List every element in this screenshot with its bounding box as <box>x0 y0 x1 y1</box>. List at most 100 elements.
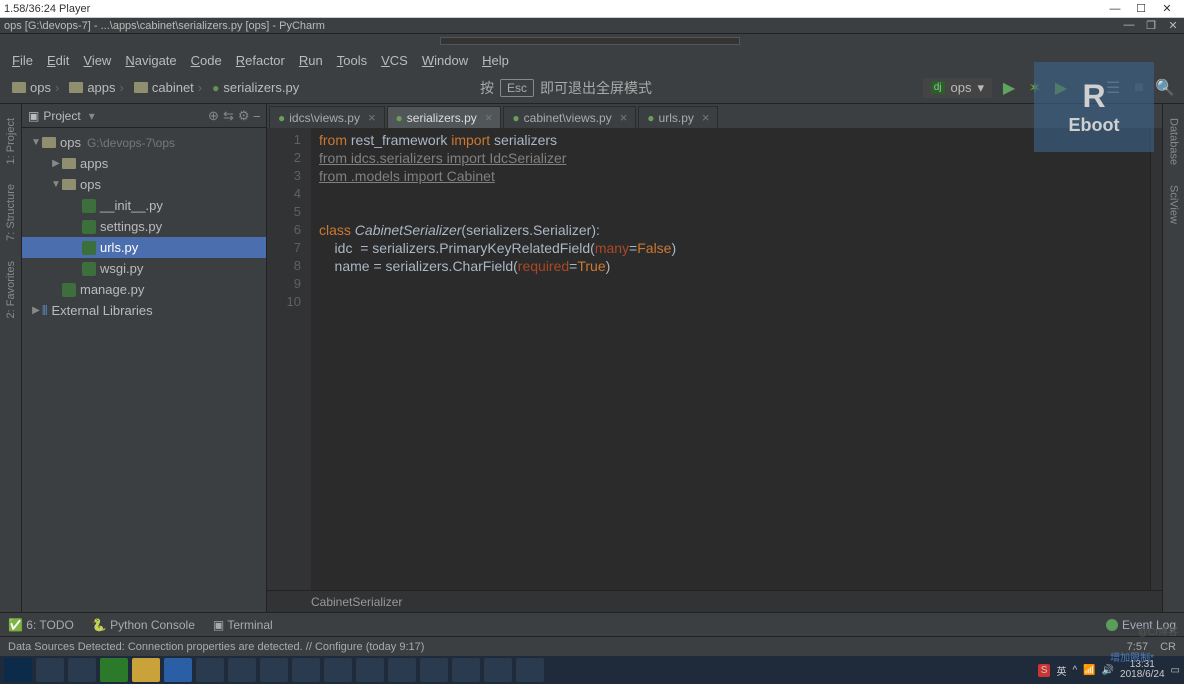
app-icon-10[interactable] <box>484 658 512 682</box>
python-console-tab[interactable]: 🐍 Python Console <box>92 618 195 632</box>
breadcrumb-serializers-py[interactable]: ●serializers.py <box>208 80 303 95</box>
tray-vol-icon[interactable]: 🔊 <box>1102 665 1114 676</box>
todo-tab[interactable]: ✅ 6: TODO <box>8 618 74 632</box>
windows-taskbar[interactable]: S 英 ^ 📶 🔊 13:31 2018/6/24 ▭ <box>0 656 1184 684</box>
tree-item-External-Libraries[interactable]: ▶⫴External Libraries <box>22 300 266 321</box>
editor-tab-serializers-py[interactable]: ●serializers.py× <box>387 106 502 128</box>
tree-item-urls-py[interactable]: urls.py <box>22 237 266 258</box>
breadcrumb-ops[interactable]: ops › <box>8 80 63 95</box>
python-file-icon <box>82 220 96 234</box>
breadcrumb-cabinet[interactable]: cabinet › <box>130 80 206 95</box>
app-icon-2[interactable] <box>228 658 256 682</box>
menu-refactor[interactable]: Refactor <box>230 51 291 70</box>
menu-navigate[interactable]: Navigate <box>119 51 182 70</box>
code-line[interactable]: idc = serializers.PrimaryKeyRelatedField… <box>319 240 1142 258</box>
system-tray[interactable]: S 英 ^ 📶 🔊 13:31 2018/6/24 ▭ <box>1038 660 1180 680</box>
search-box[interactable] <box>440 37 740 45</box>
window-title: ops [G:\devops-7] - ...\apps\cabinet\ser… <box>4 20 325 32</box>
inner-min-icon[interactable]: — <box>1122 19 1136 32</box>
menu-window[interactable]: Window <box>416 51 474 70</box>
tool-tab----project[interactable]: 1: Project <box>5 118 17 164</box>
inner-close-icon[interactable]: ✕ <box>1166 19 1180 32</box>
search-icon[interactable]: 🔍 <box>1156 79 1174 97</box>
menu-tools[interactable]: Tools <box>331 51 373 70</box>
code-editor[interactable]: from rest_framework import serializersfr… <box>311 128 1150 590</box>
app-icon-5[interactable] <box>324 658 352 682</box>
tree-item-ops[interactable]: ▼ops <box>22 174 266 195</box>
close-icon[interactable]: × <box>620 110 628 125</box>
tray-net-icon[interactable]: 📶 <box>1083 665 1095 676</box>
menu-file[interactable]: File <box>6 51 39 70</box>
tree-item-manage-py[interactable]: manage.py <box>22 279 266 300</box>
tool-tab----structure[interactable]: 7: Structure <box>5 184 17 241</box>
close-icon[interactable]: × <box>485 110 493 125</box>
code-line[interactable]: name = serializers.CharField(required=Tr… <box>319 258 1142 276</box>
tray-lang[interactable]: 英 <box>1056 663 1066 678</box>
editor-tab-cabinet-views-py[interactable]: ●cabinet\views.py× <box>503 106 636 128</box>
menu-help[interactable]: Help <box>476 51 515 70</box>
inner-restore-icon[interactable]: ❐ <box>1144 19 1158 32</box>
taskview-icon[interactable] <box>68 658 96 682</box>
reboot-big: R <box>1082 78 1105 115</box>
terminal-tab[interactable]: ▣ Terminal <box>213 618 273 632</box>
tree-item-wsgi-py[interactable]: wsgi.py <box>22 258 266 279</box>
app-icon-9[interactable] <box>452 658 480 682</box>
code-line[interactable]: from .models import Cabinet <box>319 168 1142 186</box>
player-max-icon[interactable]: ☐ <box>1128 2 1154 16</box>
ie-icon[interactable] <box>164 658 192 682</box>
code-line[interactable] <box>319 204 1142 222</box>
locate-icon[interactable]: ⊕ <box>208 108 219 124</box>
project-title[interactable]: ▣ Project ▾ <box>28 109 208 123</box>
close-icon[interactable]: × <box>702 110 710 125</box>
left-tool-gutter: 1: Project 7: Structure 2: Favorites <box>0 104 22 612</box>
menu-code[interactable]: Code <box>185 51 228 70</box>
run-config-dropdown[interactable]: dj ops ▾ <box>923 78 992 98</box>
app-icon-4[interactable] <box>292 658 320 682</box>
app-icon-8[interactable] <box>420 658 448 682</box>
close-icon[interactable]: × <box>368 110 376 125</box>
app-icon-11[interactable] <box>516 658 544 682</box>
menu-vcs[interactable]: VCS <box>375 51 414 70</box>
editor-tab-urls-py[interactable]: ●urls.py× <box>638 106 718 128</box>
breadcrumb-apps[interactable]: apps › <box>65 80 128 95</box>
player-min-icon[interactable]: — <box>1102 2 1128 16</box>
player-titlebar: 1.58/36:24 Player — ☐ ✕ <box>0 0 1184 18</box>
app-icon-6[interactable] <box>356 658 384 682</box>
menu-view[interactable]: View <box>77 51 117 70</box>
code-line[interactable] <box>319 276 1142 294</box>
hide-icon[interactable]: ⎯ <box>254 108 261 124</box>
start-button[interactable] <box>4 658 32 682</box>
gear-icon[interactable]: ⚙ <box>238 108 250 124</box>
run-icon[interactable]: ▶ <box>1000 79 1018 97</box>
editor-tab-idcs-views-py[interactable]: ●idcs\views.py× <box>269 106 385 128</box>
collapse-icon[interactable]: ⇆ <box>223 108 234 124</box>
tool-tab-database[interactable]: Database <box>1168 118 1180 165</box>
chrome-icon[interactable] <box>100 658 128 682</box>
tree-item-settings-py[interactable]: settings.py <box>22 216 266 237</box>
tray-ime-icon[interactable]: S <box>1038 664 1051 677</box>
tree-item---init---py[interactable]: __init__.py <box>22 195 266 216</box>
menu-edit[interactable]: Edit <box>41 51 75 70</box>
explorer-icon[interactable] <box>132 658 160 682</box>
tray-notify-icon[interactable]: ▭ <box>1171 665 1180 676</box>
tool-tab----favorites[interactable]: 2: Favorites <box>5 261 17 318</box>
code-line[interactable]: from idcs.serializers import IdcSerializ… <box>319 150 1142 168</box>
code-line[interactable] <box>319 186 1142 204</box>
tree-item-ops[interactable]: ▼opsG:\devops-7\ops <box>22 132 266 153</box>
status-message[interactable]: Data Sources Detected: Connection proper… <box>8 641 424 653</box>
player-close-icon[interactable]: ✕ <box>1154 2 1180 16</box>
app-icon-7[interactable] <box>388 658 416 682</box>
code-line[interactable]: from rest_framework import serializers <box>319 132 1142 150</box>
tool-tab-sciview[interactable]: SciView <box>1168 185 1180 224</box>
player-title: 1.58/36:24 Player <box>4 3 90 15</box>
menu-run[interactable]: Run <box>293 51 329 70</box>
tree-item-apps[interactable]: ▶apps <box>22 153 266 174</box>
code-line[interactable] <box>319 294 1142 312</box>
app-icon-3[interactable] <box>260 658 288 682</box>
editor-scrollbar[interactable] <box>1150 128 1162 590</box>
code-line[interactable]: class CabinetSerializer(serializers.Seri… <box>319 222 1142 240</box>
tray-up-icon[interactable]: ^ <box>1072 665 1077 676</box>
project-tree[interactable]: ▼opsG:\devops-7\ops▶apps▼ops__init__.pys… <box>22 128 266 612</box>
search-task-icon[interactable] <box>36 658 64 682</box>
app-icon-1[interactable] <box>196 658 224 682</box>
